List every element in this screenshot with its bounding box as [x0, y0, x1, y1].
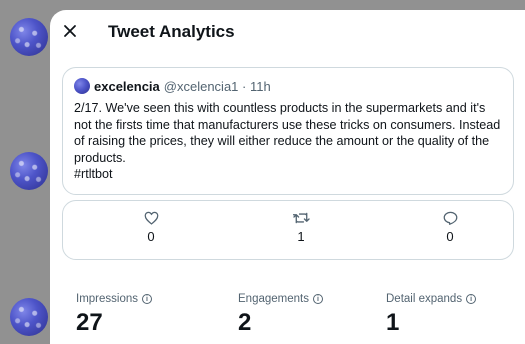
tweet-actions: 0 1 0 — [62, 200, 514, 260]
metric-impressions: Impressions i 27 — [76, 293, 152, 337]
close-button[interactable] — [58, 19, 82, 43]
like-count: 0 — [147, 229, 155, 244]
metric-detail-expands: Detail expands i 1 — [386, 293, 477, 337]
close-icon — [64, 25, 76, 37]
info-icon[interactable]: i — [142, 294, 152, 304]
tweet-text: 2/17. We've seen this with countless pro… — [74, 101, 501, 181]
metric-value: 1 — [386, 309, 400, 336]
tweet-preview[interactable]: excelencia @xcelencia1 · 11h 2/17. We've… — [62, 67, 514, 195]
tweet-analytics-modal: Tweet Analytics excelencia @xcelencia1 ·… — [50, 10, 525, 344]
metric-value: 27 — [76, 309, 103, 336]
info-icon[interactable]: i — [466, 294, 477, 304]
avatar — [10, 298, 48, 336]
metric-label: Detail expands — [386, 293, 463, 305]
page-title: Tweet Analytics — [108, 22, 235, 41]
tweet-header: excelencia @xcelencia1 · 11h — [74, 78, 502, 94]
metric-engagements: Engagements i 2 — [238, 293, 323, 337]
metric-label: Impressions — [76, 293, 138, 305]
avatar — [10, 152, 48, 190]
retweet-count: 1 — [297, 229, 305, 244]
reply-action[interactable]: 0 — [430, 211, 470, 244]
info-icon[interactable]: i — [312, 294, 323, 304]
avatar — [10, 18, 48, 56]
tweet-handle-time: @xcelencia1 · 11h — [163, 78, 271, 94]
avatar — [74, 78, 90, 94]
reply-icon — [443, 211, 457, 225]
metric-label: Engagements — [238, 293, 309, 305]
modal-header: Tweet Analytics — [50, 10, 525, 54]
heart-icon — [144, 211, 158, 225]
retweet-icon — [292, 212, 310, 224]
retweet-action[interactable]: 1 — [281, 211, 321, 244]
tweet-author-name: excelencia — [94, 78, 160, 94]
reply-count: 0 — [446, 229, 454, 244]
metric-value: 2 — [238, 309, 252, 336]
like-action[interactable]: 0 — [131, 211, 171, 244]
